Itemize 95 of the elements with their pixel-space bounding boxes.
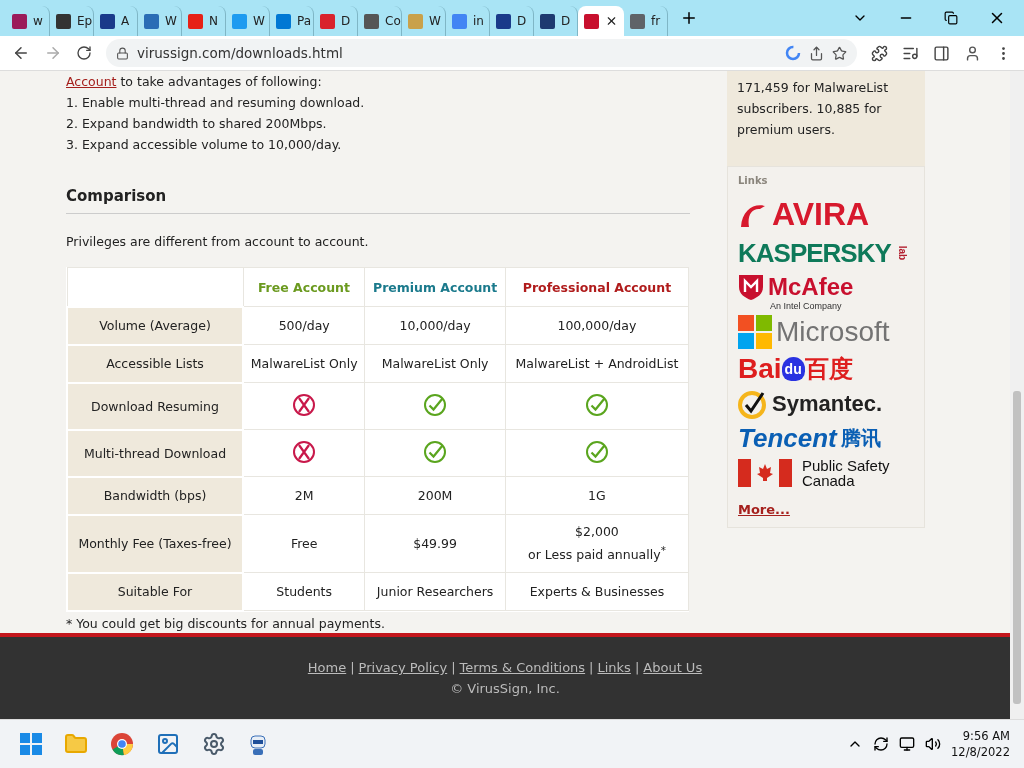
check-icon	[584, 392, 609, 417]
footer-link[interactable]: About Us	[643, 660, 703, 675]
table-cell: Free	[243, 514, 365, 573]
table-cell: 10,000/day	[364, 306, 506, 345]
note-text: Privileges are different from account to account.	[66, 234, 370, 249]
network-icon[interactable]	[899, 736, 916, 752]
list-item: 2. Expand bandwidth to shared 200Mbps.	[66, 115, 328, 133]
separator: |	[589, 660, 594, 675]
check-icon	[423, 392, 448, 417]
clock[interactable]: 9:56 AM 12/8/2022	[951, 728, 1010, 760]
separator: |	[451, 660, 456, 675]
site-icon	[496, 13, 511, 29]
check-icon	[584, 439, 609, 464]
site-icon	[56, 13, 71, 29]
settings-icon[interactable]	[202, 732, 226, 756]
new-tab-icon[interactable]	[680, 9, 698, 27]
row-header: Volume (Average)	[67, 306, 243, 345]
separator: |	[634, 660, 640, 675]
site-icon	[584, 13, 599, 29]
restore-icon[interactable]	[944, 11, 958, 25]
row-header: Monthly Fee (Taxes-free)	[67, 514, 243, 573]
table-cell: 500/day	[243, 306, 365, 345]
footer-link[interactable]: Terms & Conditions	[459, 660, 586, 675]
copyright-text: © VirusSign, Inc.	[450, 681, 560, 696]
cross-icon	[292, 392, 317, 417]
table-cell: 200M	[364, 476, 506, 515]
table-cell: $2,000 or Less paid annually$^{*}$	[505, 514, 689, 573]
separator: |	[350, 660, 355, 675]
footer-link[interactable]: Links	[597, 660, 631, 675]
site-icon	[320, 13, 335, 29]
close-icon[interactable]	[605, 14, 618, 28]
links-heading: Links	[738, 175, 769, 186]
account-link[interactable]: Account	[66, 74, 117, 89]
table-cell: 1G	[505, 476, 689, 515]
row-header: Download Resuming	[67, 382, 243, 430]
profile-icon[interactable]	[964, 44, 981, 62]
site-icon	[540, 13, 555, 29]
side-panel-icon[interactable]	[933, 44, 950, 62]
column-header: Premium Account	[364, 267, 506, 307]
photos-icon[interactable]	[156, 732, 180, 756]
extensions-icon[interactable]	[871, 44, 888, 62]
site-icon	[408, 13, 423, 29]
site-icon	[276, 13, 291, 29]
row-header: Accessible Lists	[67, 344, 243, 383]
browser-icon[interactable]	[110, 732, 134, 756]
footnote: * You could get big discounts for annual payments.	[66, 615, 386, 631]
mcafee-logo[interactable]: McAfee An Intel Company	[738, 273, 914, 311]
site-icon	[364, 13, 379, 29]
site-icon	[100, 13, 115, 29]
intro-text: Account to take advantages of following:	[66, 73, 323, 91]
table-cell: Students	[243, 572, 365, 611]
site-icon	[452, 13, 467, 29]
tencent-logo[interactable]: Tencent腾讯	[738, 423, 914, 454]
symantec-logo[interactable]: Symantec.	[738, 389, 914, 419]
volume-icon[interactable]	[925, 736, 942, 752]
baidu-logo[interactable]: Bai du 百度	[738, 353, 914, 385]
footer-link[interactable]: Home	[307, 660, 347, 675]
reload-icon[interactable]	[76, 45, 92, 61]
row-header: Multi-thread Download	[67, 429, 243, 477]
avira-logo[interactable]: AVIRA	[738, 196, 914, 233]
site-icon	[144, 13, 159, 29]
row-header: Suitable For	[67, 572, 243, 611]
start-icon[interactable]	[20, 733, 42, 755]
sync-icon[interactable]	[873, 736, 890, 752]
table-cell: MalwareList Only	[243, 344, 365, 383]
stats-text: 171,459 for MalwareList subscribers. 10,885 for premium users.	[727, 71, 925, 166]
column-header: Professional Account	[505, 267, 689, 307]
kaspersky-logo[interactable]: KASPERSKY lab	[738, 237, 914, 269]
site-icon	[12, 13, 27, 29]
check-icon	[423, 439, 448, 464]
robot-icon[interactable]	[248, 732, 268, 756]
table-cell: MalwareList Only	[364, 344, 506, 383]
table-cell: MalwareList + AndroidList	[505, 344, 689, 383]
site-icon	[188, 13, 203, 29]
site-icon	[630, 13, 645, 29]
address-bar[interactable]: virussign.com/downloads.html	[106, 39, 857, 67]
browser-tab[interactable]	[578, 6, 624, 36]
table-cell: $49.99	[364, 514, 506, 573]
table-cell: Experts & Businesses	[505, 572, 689, 611]
table-cell: Junior Researchers	[364, 572, 506, 611]
footer-link[interactable]: Privacy Policy	[358, 660, 448, 675]
scrollbar[interactable]	[1010, 71, 1024, 719]
table-cell: 100,000/day	[505, 306, 689, 345]
table-cell: 2M	[243, 476, 365, 515]
cross-icon	[292, 439, 317, 464]
public-safety-canada-logo[interactable]: Public Safety Canada	[738, 458, 914, 488]
list-item: 1. Enable multi-thread and resuming download.	[66, 94, 366, 112]
site-icon	[232, 13, 247, 29]
list-item: 3. Expand accessible volume to 10,000/day.	[66, 136, 343, 154]
more-link[interactable]: More...	[738, 502, 914, 517]
microsoft-logo[interactable]: Microsoft	[738, 315, 914, 349]
row-header: Bandwidth (bps)	[67, 476, 243, 515]
column-header: Free Account	[243, 267, 365, 307]
section-heading: Comparison	[66, 187, 690, 214]
back-icon[interactable]	[12, 44, 30, 62]
